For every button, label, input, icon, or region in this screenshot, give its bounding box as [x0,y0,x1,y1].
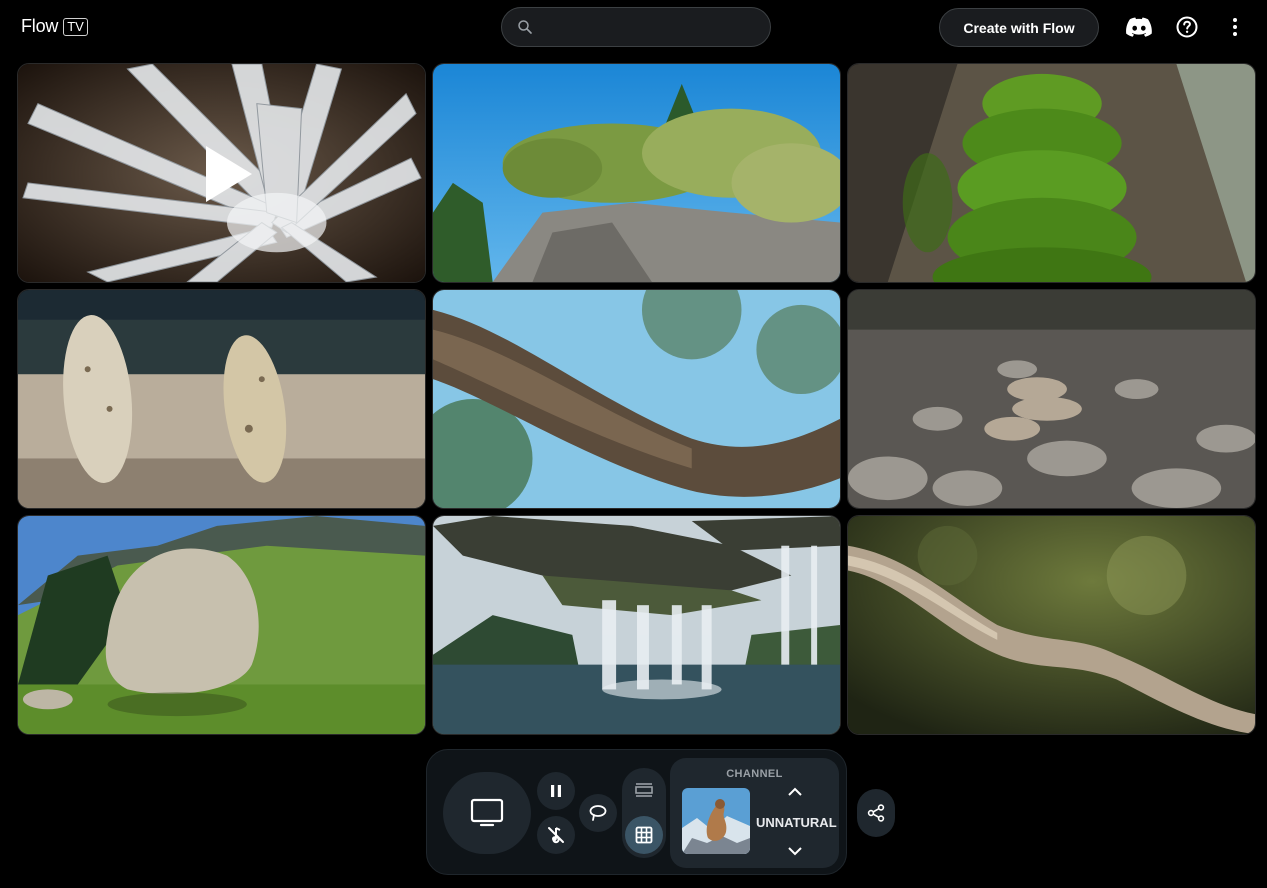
channel-down-button[interactable] [784,842,806,860]
video-tile[interactable] [432,63,841,283]
player-controls: CHANNEL UNNATURAL [426,749,847,875]
logo-badge: TV [63,17,88,36]
video-grid [17,63,1256,735]
boulder-meadow-thumbnail [18,516,425,734]
help-button[interactable] [1172,12,1202,42]
channel-name: UNNATURAL [756,815,837,830]
loop-icon [589,805,607,821]
logo-word: Flow [21,16,59,36]
discord-button[interactable] [1124,12,1154,42]
stacked-stones-thumbnail [848,290,1255,508]
chevron-up-icon [788,787,802,796]
search-icon [518,20,532,34]
pause-icon [551,785,561,797]
video-tile[interactable] [847,515,1256,735]
video-tile[interactable] [17,63,426,283]
view-toggle [622,768,666,858]
channel-thumbnail-image [682,788,750,854]
chevron-down-icon [788,846,802,855]
tree-branch-thumbnail [433,290,840,508]
single-view-icon [635,783,653,797]
cliff-bush-thumbnail [433,64,840,282]
video-tile[interactable] [432,515,841,735]
twisted-branch-thumbnail [848,516,1255,734]
tv-icon [470,798,504,827]
create-with-flow-button[interactable]: Create with Flow [939,8,1099,47]
app-logo[interactable]: Flow TV [21,16,88,37]
more-vert-icon [1233,18,1237,36]
discord-icon [1126,17,1152,37]
more-button[interactable] [1220,12,1250,42]
video-tile[interactable] [847,289,1256,509]
no-audio-icon [548,827,564,844]
video-tile[interactable] [432,289,841,509]
mute-button[interactable] [537,816,575,854]
single-view-button[interactable] [625,771,663,809]
video-tile[interactable] [17,289,426,509]
search-input[interactable] [542,19,762,35]
share-button[interactable] [857,789,895,837]
grid-view-icon [635,826,653,844]
standing-pebbles-thumbnail [18,290,425,508]
help-icon [1176,16,1198,38]
grid-view-button[interactable] [625,816,663,854]
pause-button[interactable] [537,772,575,810]
channel-selector: CHANNEL UNNATURAL [670,758,839,868]
search-bar[interactable] [501,7,771,47]
play-icon[interactable] [204,144,254,204]
channel-label: CHANNEL [726,768,783,780]
channel-thumbnail[interactable] [682,788,750,854]
video-tile[interactable] [847,63,1256,283]
moss-tree-thumbnail [848,64,1255,282]
video-tile[interactable] [17,515,426,735]
channel-up-button[interactable] [784,782,806,800]
tv-mode-button[interactable] [443,772,531,854]
loop-button[interactable] [579,794,617,832]
floating-island-thumbnail [433,516,840,734]
share-icon [867,804,885,822]
